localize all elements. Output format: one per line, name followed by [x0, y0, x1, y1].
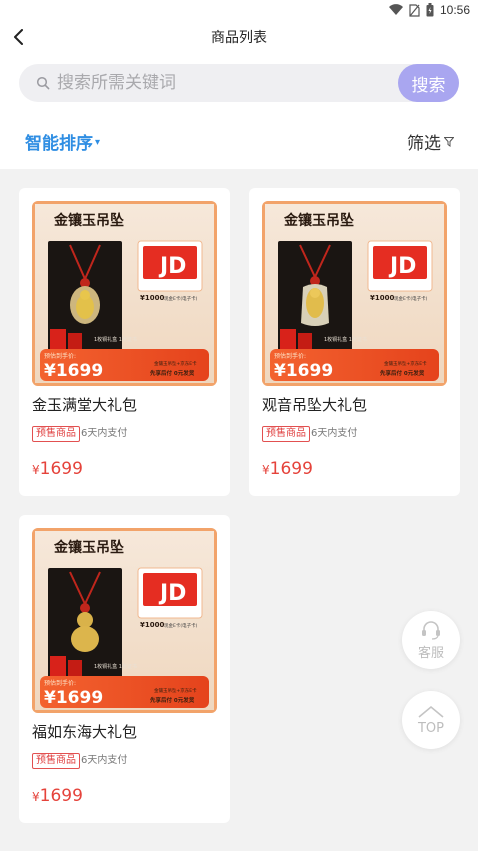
caret-down-icon: ▾ [95, 137, 101, 148]
footer-slogan: 先享后付 0元发货 [380, 369, 425, 377]
product-price: ¥1699 [32, 459, 83, 479]
jd-card-text: JD [158, 581, 186, 606]
jd-card-text: JD [388, 254, 416, 279]
product-name[interactable]: 观音吊坠大礼包 [262, 394, 367, 415]
chevron-up-icon [418, 705, 444, 718]
badge-price: ¥1699 [274, 361, 333, 381]
box-note: 1枚铜礼盒 1张证书 [324, 336, 367, 343]
pay-note: 6天内支付 [81, 755, 128, 766]
card-note: 现金E卡(电子卡) [394, 295, 428, 302]
filter-button[interactable]: 筛选 [407, 129, 454, 154]
footer-slogan: 先享后付 0元发货 [150, 369, 195, 377]
pay-note: 6天内支付 [81, 428, 128, 439]
card-note: 现金E卡(电子卡) [164, 295, 198, 302]
box-note: 1枚铜礼盒 1张证书 [94, 336, 137, 343]
product-image[interactable]: 金镶玉吊坠 1枚铜礼盒 1张证书 JD ¥1000 现金E卡(电子卡) 预估到手… [32, 201, 217, 386]
product-image[interactable]: 金镶玉吊坠 1枚铜礼盒 1张证书 JD ¥1000 现金E卡(电子卡) 预估到手… [32, 528, 217, 713]
badge-price: ¥1699 [44, 361, 103, 381]
presale-tag: 预售商品 [262, 426, 310, 442]
badge-label: 预估到手价: [274, 352, 306, 360]
image-heading: 金镶玉吊坠 [53, 539, 124, 556]
customer-service-label: 客服 [417, 645, 444, 661]
presale-tag: 预售商品 [32, 426, 80, 442]
product-card[interactable]: 金镶玉吊坠 1枚铜礼盒 1张证书 JD ¥1000 现金E卡(电子卡) 预估到手… [19, 515, 230, 823]
price-value: 1699 [39, 786, 83, 806]
product-price: ¥1699 [32, 786, 83, 806]
footer-title: 金镶玉吊坠+京东E卡 [154, 687, 197, 694]
product-image[interactable]: 金镶玉吊坠 1枚铜礼盒 1张证书 JD ¥1000 现金E卡(电子卡) 预估到手… [262, 201, 447, 386]
sim-icon [409, 3, 420, 17]
filter-label: 筛选 [407, 134, 441, 154]
footer-title: 金镶玉吊坠+京东E卡 [384, 360, 427, 367]
footer-title: 金镶玉吊坠+京东E卡 [154, 360, 197, 367]
price-value: 1699 [39, 459, 83, 479]
page-title: 商品列表 [211, 30, 267, 46]
product-price: ¥1699 [262, 459, 313, 479]
badge-label: 预估到手价: [44, 679, 76, 687]
battery-icon [426, 3, 434, 17]
product-name[interactable]: 福如东海大礼包 [32, 721, 137, 742]
price-symbol: ¥ [32, 790, 40, 804]
image-heading: 金镶玉吊坠 [283, 212, 354, 229]
product-card[interactable]: 金镶玉吊坠 1枚铜礼盒 1张证书 JD ¥1000 现金E卡(电子卡) 预估到手… [19, 188, 230, 496]
status-time: 10:56 [439, 3, 470, 17]
jd-card-text: JD [158, 254, 186, 279]
nav-bar: 商品列表 [0, 20, 478, 54]
smart-sort-label: 智能排序 [25, 134, 93, 154]
back-to-top-label: TOP [417, 720, 444, 736]
headset-icon [422, 620, 440, 640]
search-area: 搜索 [0, 54, 478, 114]
card-value: ¥1000 [140, 294, 164, 302]
status-icons: 10:56 [388, 3, 470, 17]
customer-service-button[interactable]: 客服 [402, 611, 460, 669]
product-card[interactable]: 金镶玉吊坠 1枚铜礼盒 1张证书 JD ¥1000 现金E卡(电子卡) 预估到手… [249, 188, 460, 496]
search-input[interactable] [57, 64, 387, 102]
search-icon [36, 76, 50, 90]
status-bar: 10:56 [0, 0, 478, 20]
back-to-top-button[interactable]: TOP [402, 691, 460, 749]
price-symbol: ¥ [32, 463, 40, 477]
card-value: ¥1000 [370, 294, 394, 302]
image-heading: 金镶玉吊坠 [53, 212, 124, 229]
footer-slogan: 先享后付 0元发货 [150, 696, 195, 704]
sort-bar: 智能排序 ▾ 筛选 [0, 114, 478, 169]
presale-tag: 预售商品 [32, 753, 80, 769]
product-name[interactable]: 金玉满堂大礼包 [32, 394, 137, 415]
card-note: 现金E卡(电子卡) [164, 622, 198, 629]
wifi-icon [388, 4, 403, 16]
price-value: 1699 [269, 459, 313, 479]
box-note: 1枚铜礼盒 1张证书 [94, 663, 137, 670]
pay-note: 6天内支付 [311, 428, 358, 439]
badge-price: ¥1699 [44, 688, 103, 708]
search-box[interactable]: 搜索 [19, 64, 459, 102]
filter-icon [444, 136, 454, 147]
badge-label: 预估到手价: [44, 352, 76, 360]
card-value: ¥1000 [140, 621, 164, 629]
smart-sort-dropdown[interactable]: 智能排序 ▾ [25, 129, 100, 154]
price-symbol: ¥ [262, 463, 270, 477]
search-button[interactable]: 搜索 [398, 64, 459, 102]
